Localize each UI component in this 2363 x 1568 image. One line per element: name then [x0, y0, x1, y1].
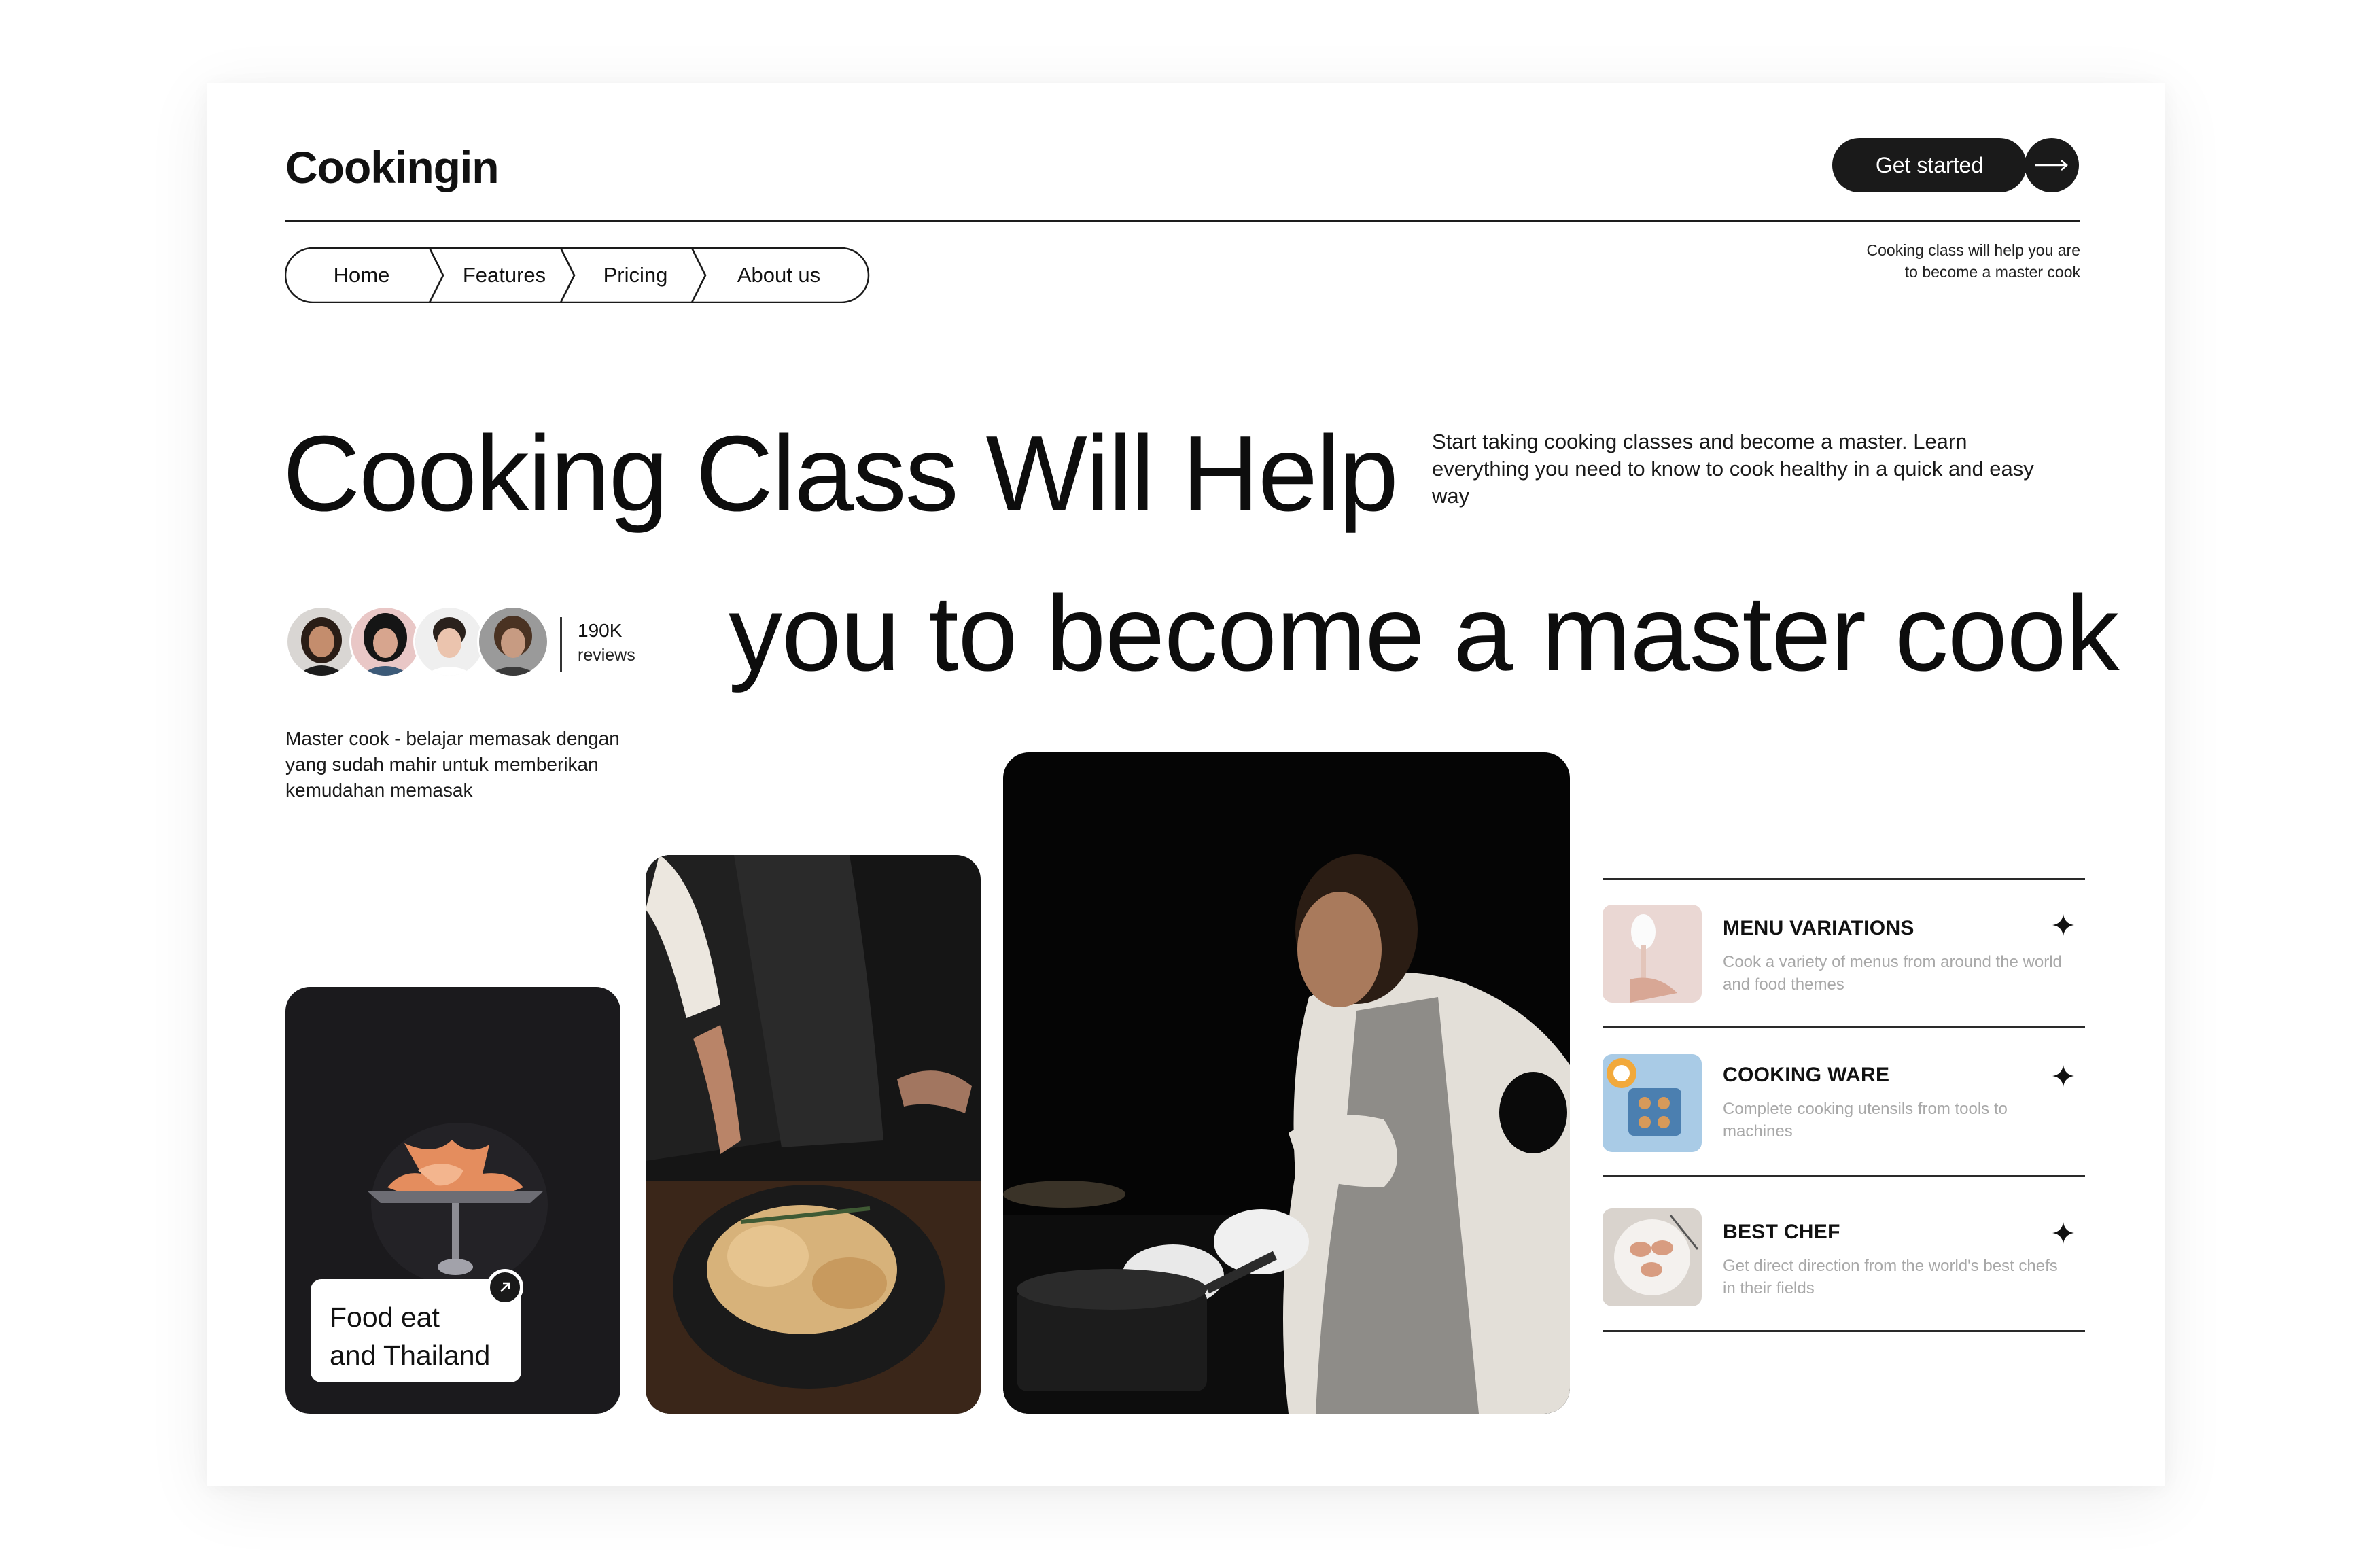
hero-title-line2: you to become a master cook [729, 574, 2120, 693]
brand-logo[interactable]: Cookingin [285, 141, 500, 193]
get-started-label[interactable]: Get started [1832, 138, 2027, 192]
food-label-line2: and Thailand [330, 1340, 491, 1371]
feature-title: MENU VARIATIONS [1723, 917, 1914, 939]
feature-description: Complete cooking utensils from tools to … [1723, 1100, 2008, 1140]
food-label-line1: Food eat [330, 1302, 440, 1333]
best-chef-thumbnail [1603, 1208, 1702, 1306]
feature-cooking-ware[interactable]: COOKING WARE Complete cooking utensils f… [1603, 1028, 2085, 1178]
chef-photo[interactable] [1003, 752, 1570, 1414]
feature-title: COOKING WARE [1723, 1064, 1890, 1086]
roast-chicken-photo[interactable] [646, 855, 981, 1414]
arrow-right-icon[interactable] [2025, 138, 2079, 192]
hero-description: Start taking cooking classes and become … [1432, 430, 2034, 508]
header-divider [285, 220, 2080, 222]
feature-best-chef[interactable]: BEST CHEF Get direct direction from the … [1603, 1177, 2085, 1327]
master-cook-description: Master cook - belajar memasak dengan yan… [285, 728, 620, 801]
hero-title-line1: Cooking Class Will Help [283, 414, 1399, 534]
nav-about-us[interactable]: About us [707, 247, 851, 303]
sparkle-icon [2052, 1222, 2074, 1244]
nav-home[interactable]: Home [290, 247, 434, 303]
avatar-group [285, 606, 571, 678]
feature-divider [1603, 1330, 2085, 1332]
avatar [413, 606, 485, 678]
avatar [477, 606, 549, 678]
nav-pricing[interactable]: Pricing [563, 247, 707, 303]
reviews-divider [560, 617, 562, 672]
header-tagline: Cooking class will help you are to becom… [1866, 241, 2081, 281]
avatar [285, 606, 357, 678]
avatar [349, 606, 421, 678]
arrow-up-right-icon[interactable] [487, 1269, 523, 1306]
feature-title: BEST CHEF [1723, 1221, 1840, 1243]
cooking-ware-thumbnail [1603, 1054, 1702, 1152]
get-started-button[interactable]: Get started [1832, 138, 2080, 192]
feature-description: Get direct direction from the world's be… [1723, 1257, 2058, 1297]
feature-description: Cook a variety of menus from around the … [1723, 953, 2062, 994]
landing-page-card: Cookingin Get started Home Features Pric… [207, 83, 2165, 1486]
main-nav: Home Features Pricing About us [285, 247, 870, 303]
reviews-label: reviews [578, 646, 635, 665]
feature-menu-variations[interactable]: MENU VARIATIONS Cook a variety of menus … [1603, 880, 2085, 1030]
sparkle-icon [2052, 1065, 2074, 1087]
menu-variations-thumbnail [1603, 905, 1702, 1003]
nav-features[interactable]: Features [432, 247, 576, 303]
sparkle-icon [2052, 914, 2074, 936]
reviews-count: 190K [578, 620, 623, 641]
